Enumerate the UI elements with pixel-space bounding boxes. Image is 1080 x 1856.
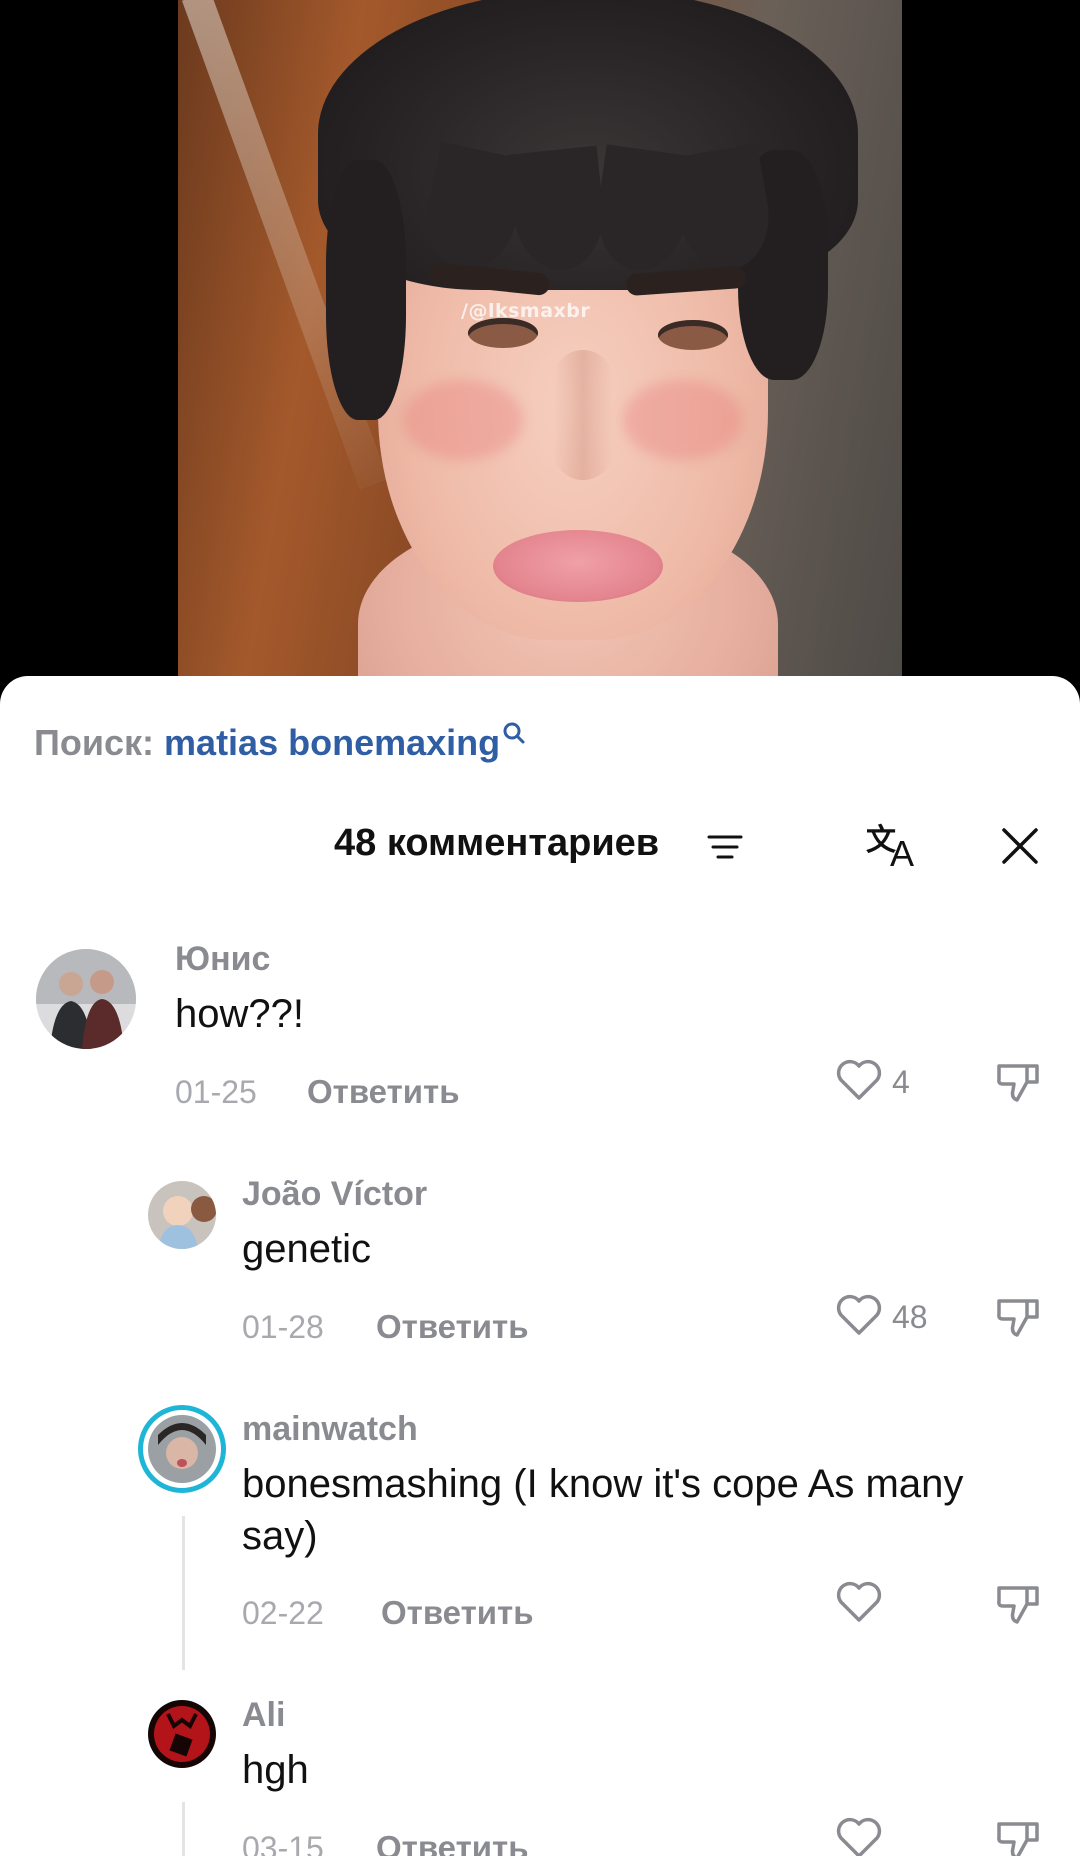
avatar[interactable] [148,1181,216,1249]
comment-text: hgh [242,1748,309,1792]
comments-header: 48 комментариев 文 A [0,818,1080,878]
video-nose [553,350,613,480]
thread-line [182,1802,185,1856]
thread-line [182,1516,185,1670]
search-prefix: Поиск: [34,722,155,763]
avatar[interactable] [148,1700,216,1768]
like-count: 48 [892,1299,928,1335]
comments-count-title: 48 комментариев [334,822,660,864]
comment-username[interactable]: mainwatch [242,1410,418,1449]
avatar[interactable] [36,949,136,1049]
comment-date: 02-22 [242,1595,324,1631]
comment-text: how??! [175,992,304,1036]
reply-button[interactable]: Ответить [376,1308,529,1346]
comment-username[interactable]: João Víctor [242,1175,427,1214]
video-lips [493,530,663,602]
video-eye [468,318,538,348]
dislike-icon[interactable] [993,1056,1043,1106]
video-hair-side [326,160,406,420]
reply-button[interactable]: Ответить [376,1829,529,1856]
sort-icon[interactable] [707,832,743,862]
translate-icon[interactable]: 文 A [866,820,922,874]
svg-text:A: A [890,833,914,872]
comments-sheet: Поиск: matias bonemaxing 48 комментариев… [0,676,1080,1856]
video-player[interactable]: /@lksmaxbr [0,0,1080,700]
video-watermark: /@lksmaxbr [461,300,591,322]
video-cheek [623,380,743,460]
comment-username[interactable]: Ali [242,1696,285,1735]
comment-date: 01-28 [242,1309,324,1345]
dislike-icon[interactable] [993,1814,1043,1856]
comment-date: 03-15 [242,1830,324,1856]
close-icon[interactable] [996,822,1044,870]
search-query-link[interactable]: matias bonemaxing [164,722,500,764]
video-eye [658,320,728,350]
video-frame: /@lksmaxbr [178,0,902,700]
reply-button[interactable]: Ответить [381,1594,534,1632]
heart-icon[interactable] [835,1293,883,1337]
dislike-icon[interactable] [993,1578,1043,1628]
heart-icon[interactable] [835,1816,883,1856]
reply-button[interactable]: Ответить [307,1073,460,1111]
heart-icon[interactable] [835,1580,883,1624]
like-count: 4 [892,1064,910,1100]
avatar-story-ring[interactable] [138,1405,226,1493]
search-icon [502,716,526,744]
comment-date: 01-25 [175,1074,257,1110]
comment-username[interactable]: Юнис [175,940,270,979]
comment-text: genetic [242,1227,371,1271]
dislike-icon[interactable] [993,1291,1043,1341]
heart-icon[interactable] [835,1058,883,1102]
video-cheek [403,380,523,460]
search-suggestion[interactable]: Поиск: matias bonemaxing [34,722,526,764]
comment-text: bonesmashing (I know it's cope As many s… [242,1462,964,1558]
